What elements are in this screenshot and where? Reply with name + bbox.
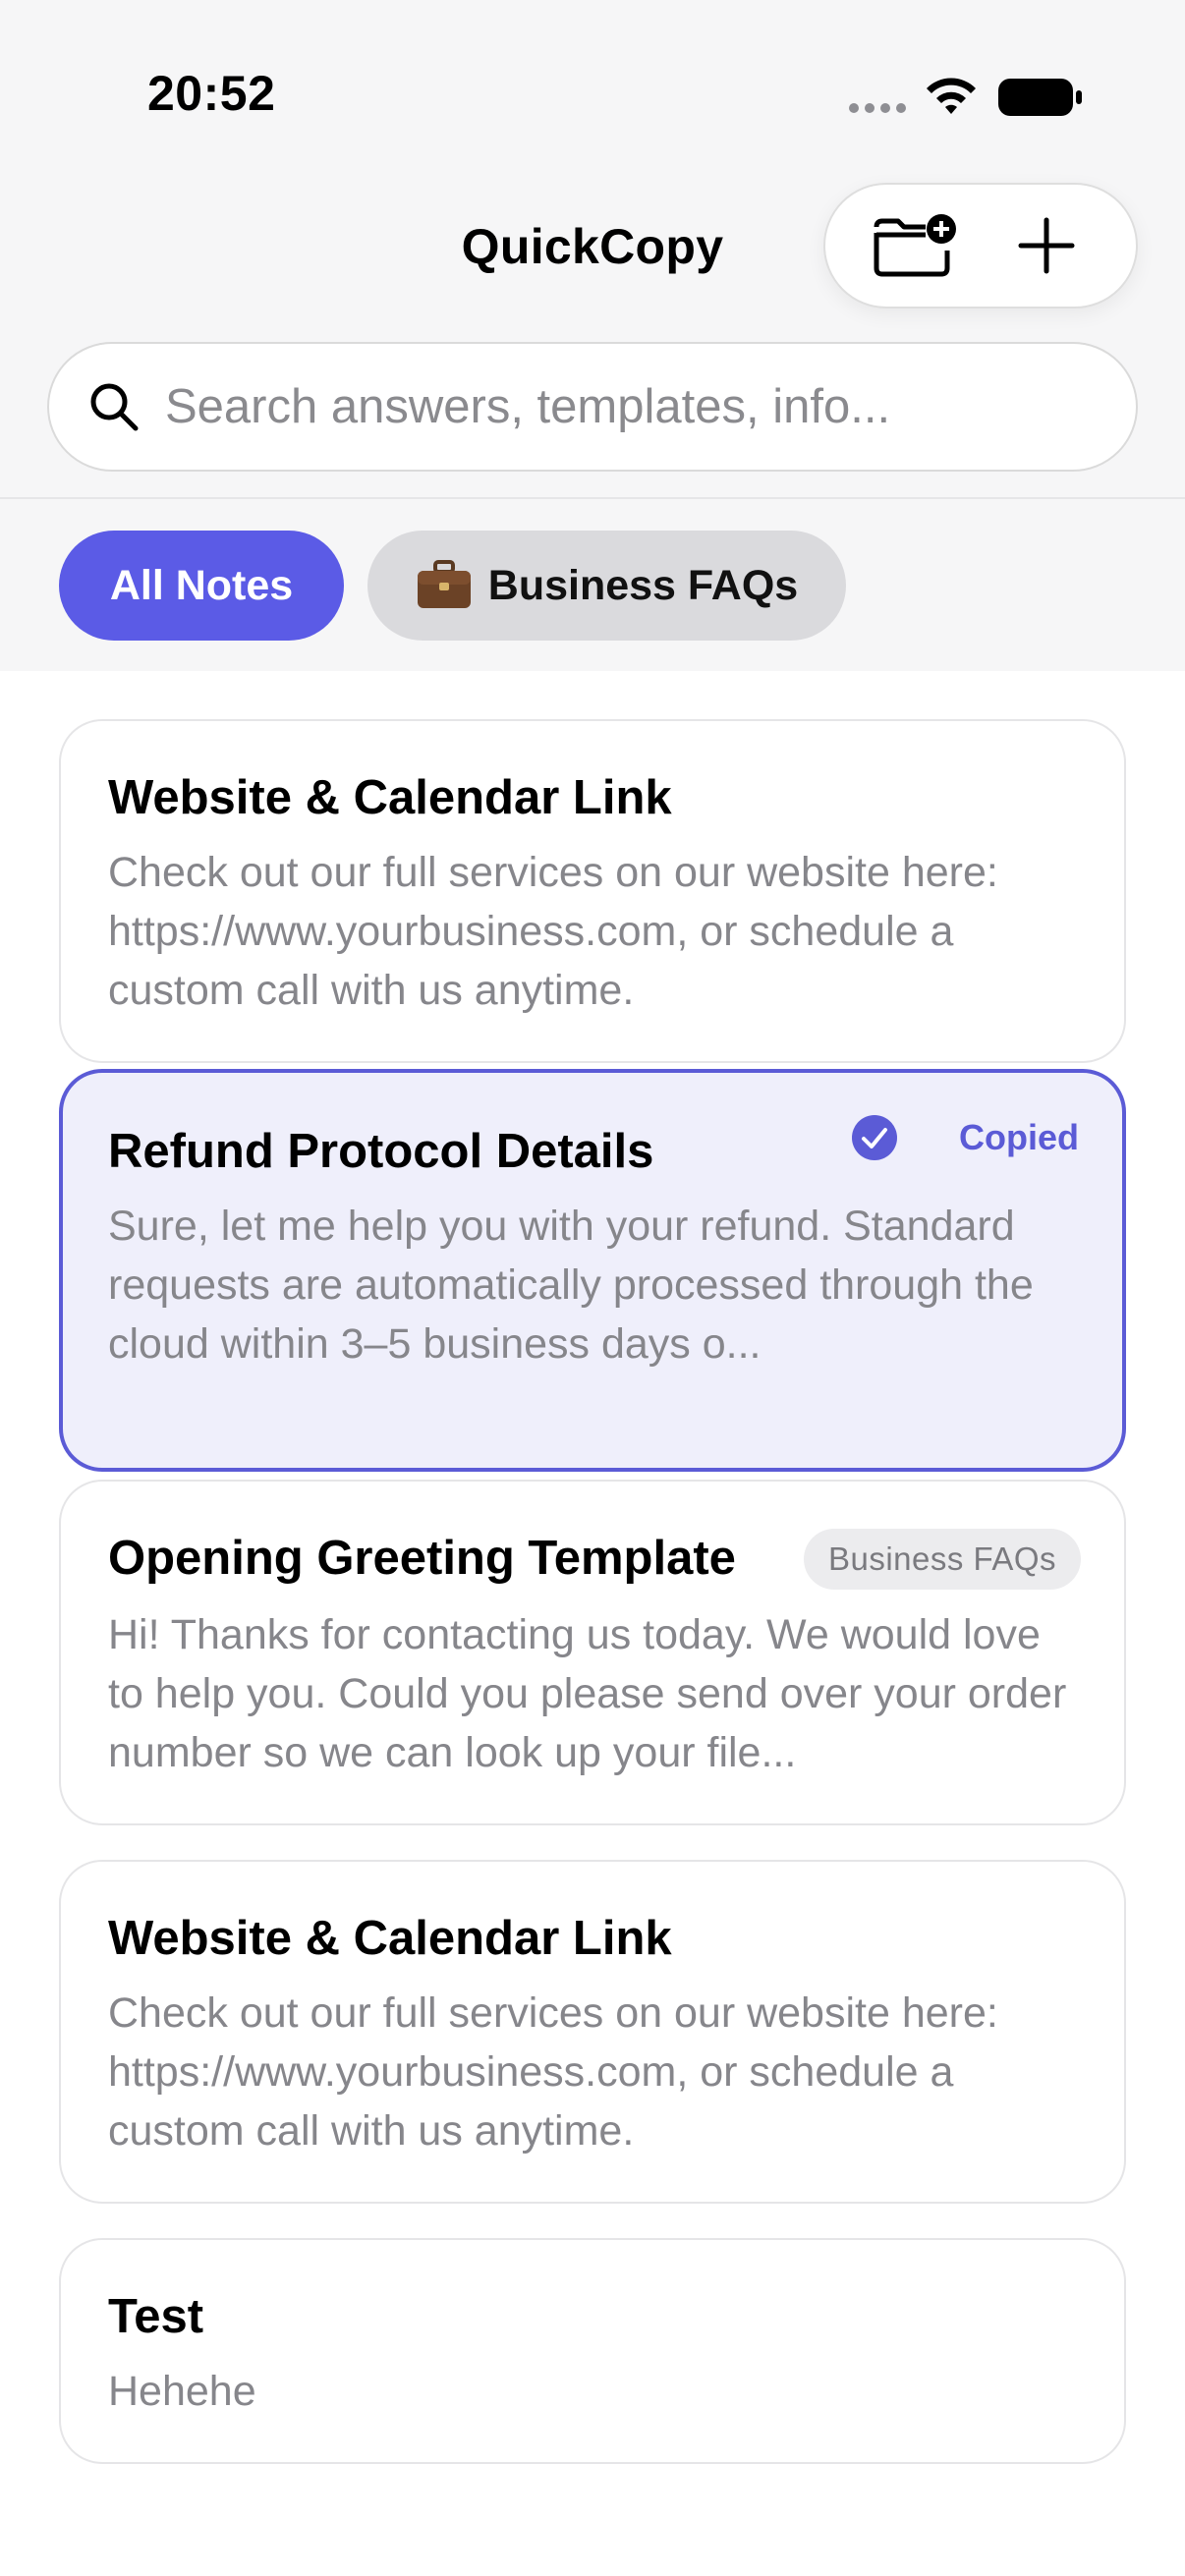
wifi-icon <box>927 78 976 114</box>
note-body: Sure, let me help you with your refund. … <box>108 1203 1034 1368</box>
filter-chip-business-faqs[interactable]: Business FAQs <box>367 531 846 641</box>
battery-icon <box>998 79 1082 116</box>
filter-chip-label: All Notes <box>109 561 294 609</box>
search-input[interactable] <box>165 379 1099 434</box>
header-divider <box>0 497 1185 499</box>
note-title: Opening Greeting Template <box>108 1532 736 1585</box>
category-badge: Business FAQs <box>804 1529 1081 1590</box>
signal-dots-icon <box>849 103 906 113</box>
note-card-copied[interactable]: Refund Protocol Details Copied Sure, let… <box>59 1069 1126 1472</box>
filter-chip-label: Business FAQs <box>487 561 799 609</box>
folder-plus-icon <box>874 214 956 277</box>
note-body: Check out our full services on our websi… <box>108 849 998 1014</box>
new-folder-button[interactable] <box>866 196 964 295</box>
note-card[interactable]: Test Hehehe <box>59 2238 1126 2464</box>
note-body: Check out our full services on our websi… <box>108 1989 998 2155</box>
add-note-button[interactable] <box>997 196 1096 295</box>
note-card[interactable]: Website & Calendar Link Check out our fu… <box>59 719 1126 1063</box>
note-card[interactable]: Opening Greeting Template Business FAQs … <box>59 1480 1126 1825</box>
note-title: Refund Protocol Details <box>108 1125 654 1178</box>
note-title: Website & Calendar Link <box>108 771 672 824</box>
header-actions <box>823 183 1138 308</box>
copied-status-label: Copied <box>959 1117 1079 1157</box>
status-time: 20:52 <box>147 66 276 121</box>
plus-icon <box>1018 217 1075 274</box>
note-title: Website & Calendar Link <box>108 1912 672 1965</box>
note-body: Hi! Thanks for contacting us today. We w… <box>108 1611 1067 1776</box>
note-card[interactable]: Website & Calendar Link Check out our fu… <box>59 1860 1126 2204</box>
briefcase-icon <box>417 560 471 608</box>
note-title: Test <box>108 2290 204 2343</box>
search-bar <box>47 342 1138 472</box>
checkmark-circle-icon <box>852 1115 897 1160</box>
filter-chip-all-notes[interactable]: All Notes <box>59 531 344 641</box>
search-icon <box>90 383 139 431</box>
note-body: Hehehe <box>108 2368 256 2415</box>
